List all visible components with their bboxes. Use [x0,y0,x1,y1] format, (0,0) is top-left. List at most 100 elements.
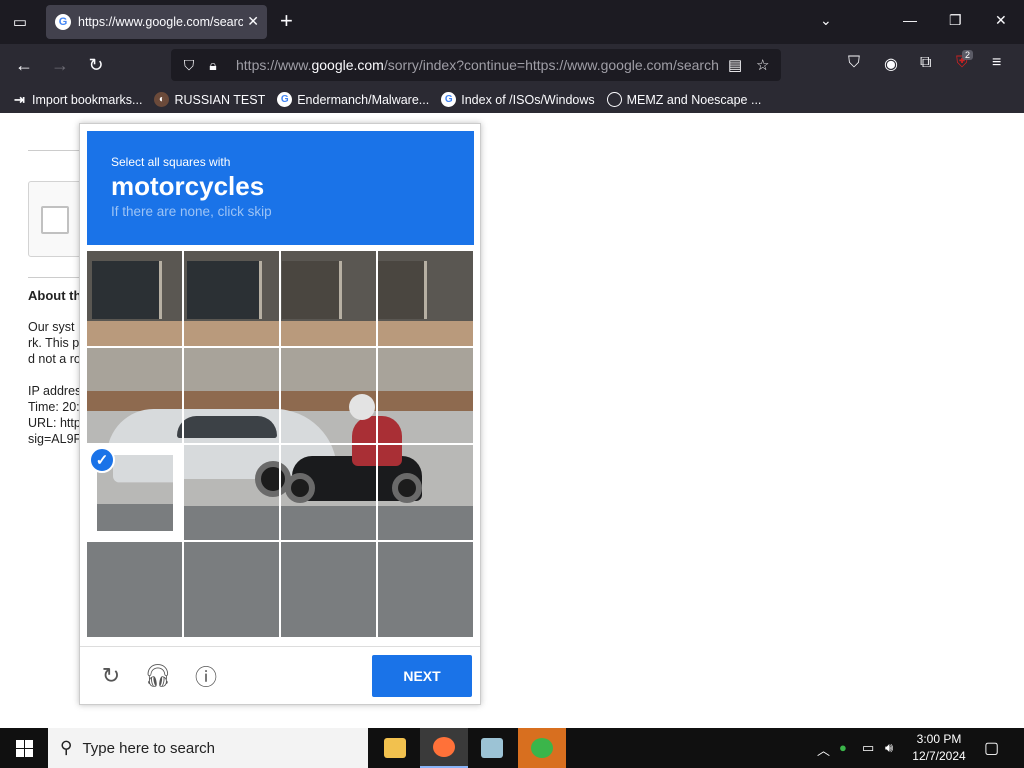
app-window[interactable] [468,728,516,768]
captcha-tile[interactable] [281,542,376,637]
menu-icon[interactable]: ≡ [992,54,1001,72]
file-explorer-app[interactable] [371,728,419,768]
bookmark-favicon: ◐ [154,92,170,107]
tray-app-icon[interactable]: ● [839,740,847,755]
bookmark-russian-test[interactable]: ◐ RUSSIAN TEST [154,92,265,107]
chat-app[interactable] [518,728,566,768]
restore-icon[interactable]: ❐ [949,12,962,29]
page-text-line: rk. This p [28,336,80,350]
url-bar[interactable]: ⛉ 🔒︎ https://www.google.com/sorry/index?… [171,49,781,81]
search-icon: ⚲ [60,738,73,757]
captcha-tile[interactable] [281,348,376,443]
extension-badge: 2 [962,50,974,60]
captcha-tile-image [378,251,473,346]
captcha-tile[interactable] [184,542,279,637]
about-heading: About th [28,288,82,303]
captcha-tile-image [87,251,182,346]
captcha-tile[interactable] [378,542,473,637]
url-text[interactable]: https://www.google.com/sorry/index?conti… [236,57,724,73]
captcha-tile[interactable] [281,251,376,346]
captcha-tile-image [87,348,182,443]
chevron-down-icon[interactable]: ⌄ [820,12,832,29]
captcha-tile-image [378,348,473,443]
tracking-protection-icon[interactable]: ⛉ [180,57,198,74]
captcha-tile-image [184,542,279,637]
google-favicon: G [441,92,457,107]
captcha-tile-image [281,251,376,346]
captcha-tile[interactable] [184,251,279,346]
page-text-line: Our syst [28,320,75,334]
page-text-line: Time: 20: [28,400,80,414]
import-icon: ⇥ [14,91,25,107]
taskbar: ⚲ Type here to search ︿ ● ▭ 🔊︎ 3:00 PM 1… [0,728,1024,768]
close-window-icon[interactable]: ✕ [995,12,1007,29]
captcha-tile[interactable] [87,348,182,443]
tab-bar: ▭ G https://www.google.com/searc ✕ + ⌄ —… [0,0,1024,44]
captcha-footer: ↻ 🎧︎ ⓘ NEXT [80,646,480,704]
captcha-tile[interactable] [87,251,182,346]
folder-icon [384,738,406,758]
page-text-line: IP addres [28,384,82,398]
show-hidden-icons[interactable]: ︿ [817,740,830,759]
bookmark-label: RUSSIAN TEST [174,92,266,107]
navigation-toolbar: ← → ↻ ⛉ 🔒︎ https://www.google.com/sorry/… [0,44,1024,86]
next-button[interactable]: NEXT [372,655,472,697]
forward-icon[interactable]: → [48,53,72,77]
search-placeholder: Type here to search [82,739,216,757]
bookmark-isos[interactable]: G Index of /ISOs/Windows [441,92,595,107]
captcha-tile-image [184,445,279,540]
bookmark-star-icon[interactable]: ☆ [756,56,769,74]
captcha-tile[interactable] [184,348,279,443]
reload-icon[interactable]: ↻ [84,53,108,77]
captcha-tile-image [87,542,182,637]
close-tab-icon[interactable]: ✕ [247,13,259,30]
page-text-line: sig=AL9F [28,432,82,446]
back-icon[interactable]: ← [12,53,36,77]
extensions-icon[interactable]: ⧉ [920,54,931,72]
volume-icon[interactable]: 🔊︎ [885,740,893,756]
captcha-tile[interactable] [378,251,473,346]
tab-google[interactable]: G https://www.google.com/searc ✕ [46,5,267,39]
taskbar-search[interactable]: ⚲ Type here to search [48,728,368,768]
new-tab-icon[interactable]: + [280,10,293,32]
pocket-icon[interactable]: ⛉ [848,54,860,72]
lock-icon[interactable]: 🔒︎ [204,57,222,74]
bookmark-label: Import bookmarks... [32,92,143,107]
clock[interactable]: 3:00 PM 12/7/2024 [906,731,972,765]
recaptcha-checkbox[interactable] [41,206,69,234]
captcha-tile-image [184,348,279,443]
captcha-tile-image [378,445,473,540]
captcha-tile[interactable] [281,445,376,540]
captcha-tile[interactable] [378,445,473,540]
captcha-tile[interactable] [184,445,279,540]
account-icon[interactable]: ◉ [884,54,898,74]
bookmarks-toolbar: ⇥ Import bookmarks... ◐ RUSSIAN TEST G E… [0,86,1024,113]
reload-challenge-icon[interactable]: ↻ [98,663,124,689]
captcha-tile-image [281,542,376,637]
captcha-target-object: motorcycles [111,171,265,201]
clock-time: 3:00 PM [916,732,962,746]
bookmark-label: Endermanch/Malware... [297,92,430,107]
bookmark-endermanch[interactable]: G Endermanch/Malware... [277,92,429,107]
bookmark-memz[interactable]: · MEMZ and Noescape ... [606,92,761,107]
captcha-tile[interactable] [87,542,182,637]
url-domain: google.com [311,57,384,73]
minimize-icon[interactable]: — [903,12,917,28]
captcha-tile[interactable] [378,348,473,443]
captcha-tile-image [281,348,376,443]
reader-view-icon[interactable]: ▤ [728,56,742,74]
url-path: /sorry/index?continue=https://www.google… [383,57,719,73]
notifications-icon[interactable]: ▢ [984,738,999,758]
windows-logo-icon [15,739,33,757]
network-icon[interactable]: ▭ [862,740,874,756]
chat-app-icon [531,738,553,758]
captcha-tile-image [378,542,473,637]
captcha-tile-image [184,251,279,346]
firefox-app[interactable] [420,728,468,768]
audio-challenge-icon[interactable]: 🎧︎ [144,663,172,689]
start-button[interactable] [0,728,48,768]
bookmark-import[interactable]: ⇥ Import bookmarks... [12,92,142,107]
info-icon[interactable]: ⓘ [193,663,219,690]
page-text-line: d not a ro [28,352,81,366]
tab-list-icon[interactable]: ▭ [8,10,32,34]
